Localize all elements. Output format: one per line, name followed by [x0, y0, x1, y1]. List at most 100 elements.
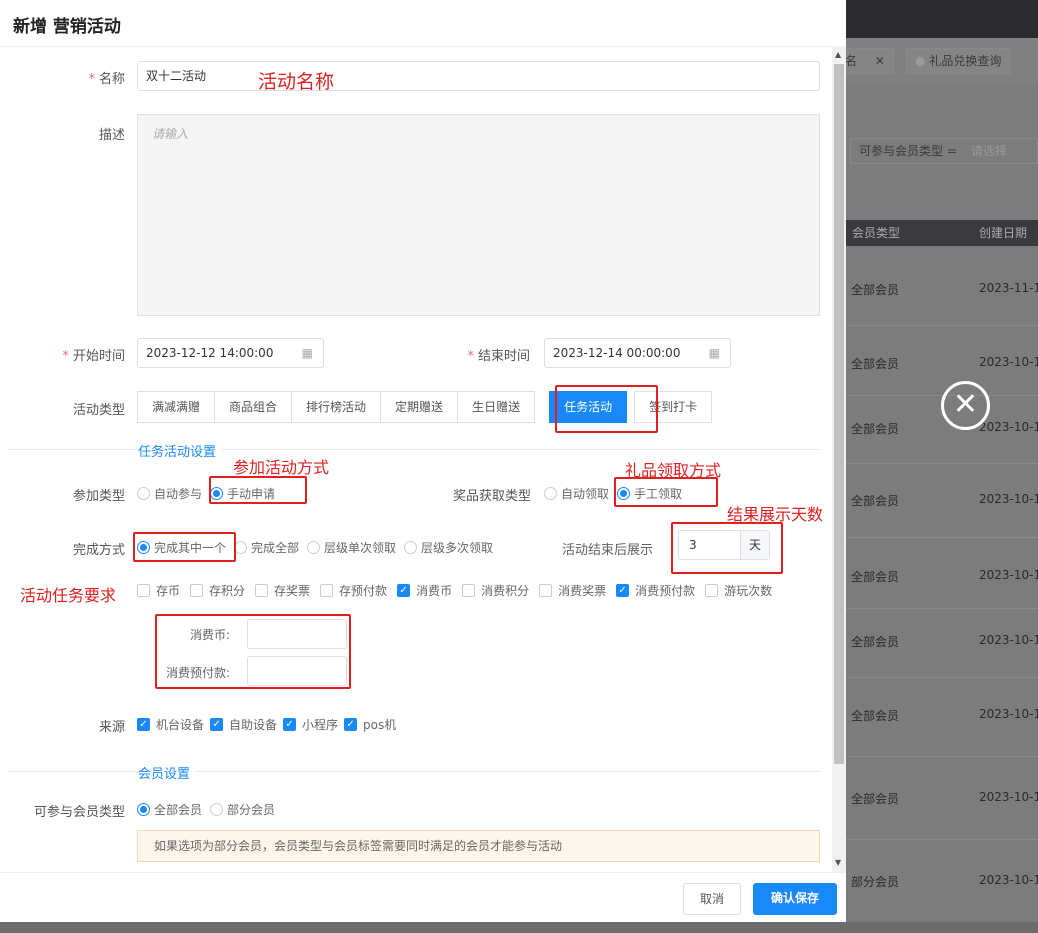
radio-complete-option[interactable]: 完成全部 [234, 539, 299, 556]
scrollbar-thumb[interactable] [834, 64, 844, 764]
activity-type-option[interactable]: 定期赠送 [380, 391, 459, 423]
source-checkbox[interactable]: ✓ 小程序 [283, 716, 338, 733]
notice-alert: 如果选项为部分会员，会员类型与会员标签需要同时满足的会员才能参与活动 [137, 830, 820, 862]
checkbox-label: 小程序 [302, 718, 339, 732]
checkbox-icon [190, 584, 204, 597]
task-checkbox[interactable]: 消费积分 [462, 582, 529, 599]
member-radio-group: 全部会员 部分会员 [137, 801, 283, 818]
table-cell-date: 2023-10-1 [979, 707, 1038, 721]
checkbox-icon: ✓ [344, 718, 358, 731]
end-value: 2023-12-14 00:00:00 [553, 346, 681, 360]
start-value: 2023-12-12 14:00:00 [146, 346, 274, 360]
drawer-title: 新增 营销活动 [13, 17, 121, 37]
table-cell-type: 全部会员 [851, 792, 900, 806]
start-label: * 开始时间 [62, 349, 125, 364]
task-checkbox[interactable]: ✓ 消费预付款 [616, 582, 695, 599]
tab-item[interactable]: ● 礼品兑换查询 [906, 48, 1011, 74]
task-checkbox-group: 存币 存积分 存奖票 存预付款 ✓ 消费币 消费积分 消费奖票 ✓ 消费预付款 游玩次数 [137, 582, 782, 599]
complete-label: 完成方式 [72, 543, 125, 558]
checkbox-icon [462, 584, 476, 597]
member-label: 可参与会员类型 [33, 805, 125, 820]
option-label: 层级单次领取 [324, 541, 397, 555]
prepay-label: 消费预付款: [165, 666, 230, 680]
row-divider [846, 463, 1038, 464]
task-checkbox[interactable]: 存预付款 [320, 582, 387, 599]
scroll-down-icon[interactable]: ▼ [835, 858, 841, 867]
table-cell-date: 2023-10-1 [979, 790, 1038, 804]
filter-select[interactable]: 请选择 [971, 144, 1007, 158]
table-cell-type: 全部会员 [851, 357, 900, 371]
annotation-box [614, 477, 718, 507]
cancel-button[interactable]: 取消 [683, 883, 741, 915]
annotation-join: 参加活动方式 [233, 458, 330, 477]
annotation-box [133, 532, 236, 562]
coin-input[interactable] [247, 619, 347, 649]
close-icon[interactable]: ✕ [875, 54, 885, 68]
join-label: 参加类型 [72, 489, 125, 504]
task-checkbox[interactable]: 游玩次数 [705, 582, 772, 599]
table-header: 会员类型 创建日期 [846, 220, 1038, 246]
option-label: 层级多次领取 [421, 541, 494, 555]
tab-label: 礼品兑换查询 [929, 54, 1002, 68]
table-cell-date: 2023-10-1 [979, 355, 1038, 369]
row-divider [846, 755, 1038, 757]
end-label: * 结束时间 [467, 349, 530, 364]
row-divider [846, 677, 1038, 678]
save-button[interactable]: 确认保存 [753, 883, 837, 915]
source-label: 来源 [98, 720, 125, 735]
row-divider [846, 325, 1038, 326]
radio-complete-option[interactable]: 层级多次领取 [404, 539, 493, 556]
end-date-input[interactable]: 2023-12-14 00:00:00 ▦ [544, 338, 731, 368]
task-checkbox[interactable]: ✓ 消费币 [397, 582, 452, 599]
checkbox-label: 消费积分 [481, 584, 530, 598]
task-checkbox[interactable]: 存奖票 [255, 582, 310, 599]
checkbox-icon: ✓ [397, 584, 411, 597]
prepay-input[interactable] [247, 656, 347, 686]
table-cell-date: 2023-10-1 [979, 568, 1038, 582]
task-checkbox[interactable]: 存积分 [190, 582, 245, 599]
table-cell-type: 部分会员 [851, 875, 900, 889]
table-cell-type: 全部会员 [851, 570, 900, 584]
radio-auto-claim[interactable]: 自动领取 [544, 485, 609, 502]
divider [8, 771, 820, 772]
name-input[interactable]: 双十二活动 [137, 61, 820, 91]
desc-textarea[interactable]: 请输入 [137, 114, 820, 316]
task-checkbox[interactable]: 消费奖票 [539, 582, 606, 599]
table-cell-date: 2023-10-1 [979, 492, 1038, 506]
checkbox-icon: ✓ [210, 718, 224, 731]
dot-icon: ● [915, 54, 926, 68]
checkbox-label: 存奖票 [274, 584, 311, 598]
scroll-up-icon[interactable]: ▲ [835, 50, 841, 59]
radio-some-members[interactable]: 部分会员 [210, 801, 275, 818]
radio-complete-option[interactable]: 层级单次领取 [307, 539, 396, 556]
activity-type-option[interactable]: 生日赠送 [457, 391, 536, 423]
source-checkbox[interactable]: ✓ pos机 [344, 716, 396, 733]
table-cell-type: 全部会员 [851, 709, 900, 723]
show-days-label: 活动结束后展示 [562, 543, 654, 558]
activity-type-option[interactable]: 排行榜活动 [291, 391, 382, 423]
start-date-input[interactable]: 2023-12-12 14:00:00 ▦ [137, 338, 324, 368]
coin-label: 消费币: [189, 628, 230, 642]
task-section-title: 任务活动设置 [138, 441, 223, 460]
column-header: 创建日期 [979, 226, 1028, 240]
task-checkbox[interactable]: 存币 [137, 582, 180, 599]
source-checkbox[interactable]: ✓ 自助设备 [210, 716, 277, 733]
table-cell-date: 2023-10-1 [979, 633, 1038, 647]
source-checkbox[interactable]: ✓ 机台设备 [137, 716, 204, 733]
activity-type-option[interactable]: 商品组合 [214, 391, 293, 423]
close-icon[interactable]: ✕ [941, 381, 990, 430]
row-divider [846, 607, 1038, 609]
checkbox-label: 消费币 [416, 584, 453, 598]
name-label: * 名称 [88, 72, 125, 87]
activity-type-option[interactable]: 满减满赠 [137, 391, 216, 423]
radio-auto-join[interactable]: 自动参与 [137, 485, 202, 502]
member-section-title: 会员设置 [138, 763, 197, 782]
checkbox-label: 机台设备 [156, 718, 205, 732]
table-cell-type: 全部会员 [851, 283, 900, 297]
desc-label: 描述 [98, 128, 125, 143]
table-cell-type: 全部会员 [851, 635, 900, 649]
radio-all-members[interactable]: 全部会员 [137, 801, 202, 818]
filter[interactable]: 可参与会员类型 = 请选择 [850, 138, 1038, 164]
checkbox-icon [255, 584, 269, 597]
table-cell-date: 2023-10-1 [979, 420, 1038, 434]
